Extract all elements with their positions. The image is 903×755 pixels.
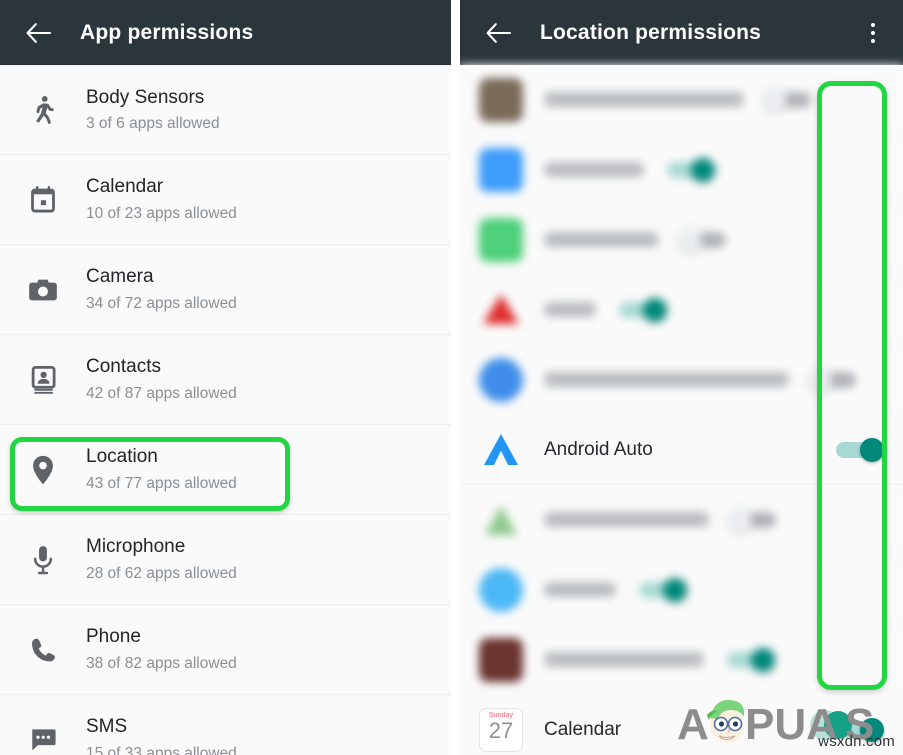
app-name bbox=[544, 92, 744, 107]
app-row-calendar[interactable]: Sunday 27 Calendar bbox=[460, 695, 903, 755]
app-list: Android Auto Sunday 27 Calendar bbox=[460, 65, 903, 755]
left-appbar: App permissions bbox=[0, 0, 451, 65]
permission-row-camera[interactable]: Camera 34 of 72 apps allowed bbox=[0, 245, 451, 335]
calendar-date: 27 bbox=[488, 717, 514, 743]
more-vertical-icon[interactable] bbox=[859, 16, 887, 50]
app-icon bbox=[469, 498, 533, 542]
permission-toggle[interactable] bbox=[813, 437, 903, 462]
app-icon bbox=[469, 567, 533, 612]
app-icon bbox=[469, 288, 533, 332]
permission-subtitle: 28 of 62 apps allowed bbox=[86, 564, 237, 582]
permission-row-microphone[interactable]: Microphone 28 of 62 apps allowed bbox=[0, 515, 451, 605]
permission-toggle[interactable] bbox=[644, 157, 734, 182]
left-panel-app-permissions: App permissions Body Sensors 3 of 6 apps… bbox=[0, 0, 451, 755]
permission-toggle[interactable] bbox=[813, 717, 903, 742]
camera-icon bbox=[14, 277, 72, 303]
permission-text: Phone 38 of 82 apps allowed bbox=[86, 624, 237, 675]
app-name bbox=[544, 232, 659, 247]
right-appbar: Location permissions bbox=[460, 0, 903, 65]
android-auto-logo-icon bbox=[469, 427, 533, 473]
permission-text: Location 43 of 77 apps allowed bbox=[86, 444, 237, 495]
app-name bbox=[544, 372, 789, 387]
app-row[interactable] bbox=[460, 205, 903, 275]
body-sensors-icon bbox=[14, 95, 72, 125]
permission-subtitle: 43 of 77 apps allowed bbox=[86, 474, 237, 492]
location-pin-icon bbox=[14, 455, 72, 485]
permission-toggle[interactable] bbox=[789, 367, 879, 392]
app-icon bbox=[469, 637, 533, 682]
app-name: Android Auto bbox=[544, 438, 653, 460]
back-arrow-icon[interactable] bbox=[20, 14, 58, 52]
app-row[interactable] bbox=[460, 625, 903, 695]
app-row-android-auto[interactable]: Android Auto bbox=[460, 415, 903, 485]
permission-toggle[interactable] bbox=[709, 507, 799, 532]
app-icon bbox=[469, 357, 533, 402]
app-row[interactable] bbox=[460, 275, 903, 345]
sms-icon bbox=[14, 728, 72, 752]
permission-text: Calendar 10 of 23 apps allowed bbox=[86, 174, 237, 225]
app-name bbox=[544, 582, 616, 597]
app-permission-body: Android Auto Sunday 27 Calendar bbox=[460, 65, 903, 755]
app-name bbox=[544, 302, 596, 317]
permission-subtitle: 15 of 33 apps allowed bbox=[86, 744, 237, 755]
permission-toggle[interactable] bbox=[704, 647, 794, 672]
app-row[interactable] bbox=[460, 485, 903, 555]
app-name: Calendar bbox=[544, 718, 622, 740]
microphone-icon bbox=[14, 545, 72, 575]
permission-text: Contacts 42 of 87 apps allowed bbox=[86, 354, 237, 405]
app-name bbox=[544, 512, 709, 527]
permission-title: Location bbox=[86, 446, 158, 468]
permission-title: Microphone bbox=[86, 536, 186, 558]
right-page-title: Location permissions bbox=[540, 20, 762, 44]
app-icon bbox=[469, 77, 533, 122]
panel-divider bbox=[451, 0, 460, 755]
calendar-icon bbox=[14, 185, 72, 214]
permission-title: Calendar bbox=[86, 176, 164, 198]
app-name bbox=[544, 162, 644, 177]
permission-title: Body Sensors bbox=[86, 86, 205, 108]
permission-subtitle: 34 of 72 apps allowed bbox=[86, 294, 237, 312]
app-row[interactable] bbox=[460, 65, 903, 135]
permission-toggle[interactable] bbox=[616, 577, 706, 602]
permission-subtitle: 3 of 6 apps allowed bbox=[86, 115, 220, 133]
permission-toggle[interactable] bbox=[744, 87, 834, 112]
permission-list: Body Sensors 3 of 6 apps allowed Calenda… bbox=[0, 65, 451, 755]
permission-title: SMS bbox=[86, 716, 128, 738]
permission-row-body-sensors[interactable]: Body Sensors 3 of 6 apps allowed bbox=[0, 65, 451, 155]
permission-subtitle: 42 of 87 apps allowed bbox=[86, 384, 237, 402]
permission-toggle[interactable] bbox=[596, 297, 686, 322]
calendar-date-icon: Sunday 27 bbox=[469, 707, 533, 752]
permission-toggle[interactable] bbox=[659, 227, 749, 252]
app-name bbox=[544, 652, 704, 667]
app-icon bbox=[469, 147, 533, 192]
permission-row-contacts[interactable]: Contacts 42 of 87 apps allowed bbox=[0, 335, 451, 425]
permission-title: Contacts bbox=[86, 356, 161, 378]
permission-text: Microphone 28 of 62 apps allowed bbox=[86, 534, 237, 585]
permission-title: Phone bbox=[86, 626, 141, 648]
permission-text: SMS 15 of 33 apps allowed bbox=[86, 714, 237, 755]
app-row[interactable] bbox=[460, 555, 903, 625]
back-arrow-icon[interactable] bbox=[480, 14, 518, 52]
app-row[interactable] bbox=[460, 135, 903, 205]
app-row[interactable] bbox=[460, 345, 903, 415]
dual-screenshot-composite: App permissions Body Sensors 3 of 6 apps… bbox=[0, 0, 903, 755]
permission-text: Camera 34 of 72 apps allowed bbox=[86, 264, 237, 315]
permission-subtitle: 10 of 23 apps allowed bbox=[86, 204, 237, 222]
permission-row-sms[interactable]: SMS 15 of 33 apps allowed bbox=[0, 695, 451, 755]
permission-text: Body Sensors 3 of 6 apps allowed bbox=[86, 85, 220, 136]
permission-subtitle: 38 of 82 apps allowed bbox=[86, 654, 237, 672]
permission-row-calendar[interactable]: Calendar 10 of 23 apps allowed bbox=[0, 155, 451, 245]
contacts-icon bbox=[14, 365, 72, 394]
permission-row-phone[interactable]: Phone 38 of 82 apps allowed bbox=[0, 605, 451, 695]
right-panel-location-permissions: Location permissions Android Auto Sunday… bbox=[460, 0, 903, 755]
app-icon bbox=[469, 217, 533, 262]
permission-title: Camera bbox=[86, 266, 154, 288]
left-page-title: App permissions bbox=[80, 20, 254, 44]
phone-icon bbox=[14, 636, 72, 664]
permission-row-location[interactable]: Location 43 of 77 apps allowed bbox=[0, 425, 451, 515]
